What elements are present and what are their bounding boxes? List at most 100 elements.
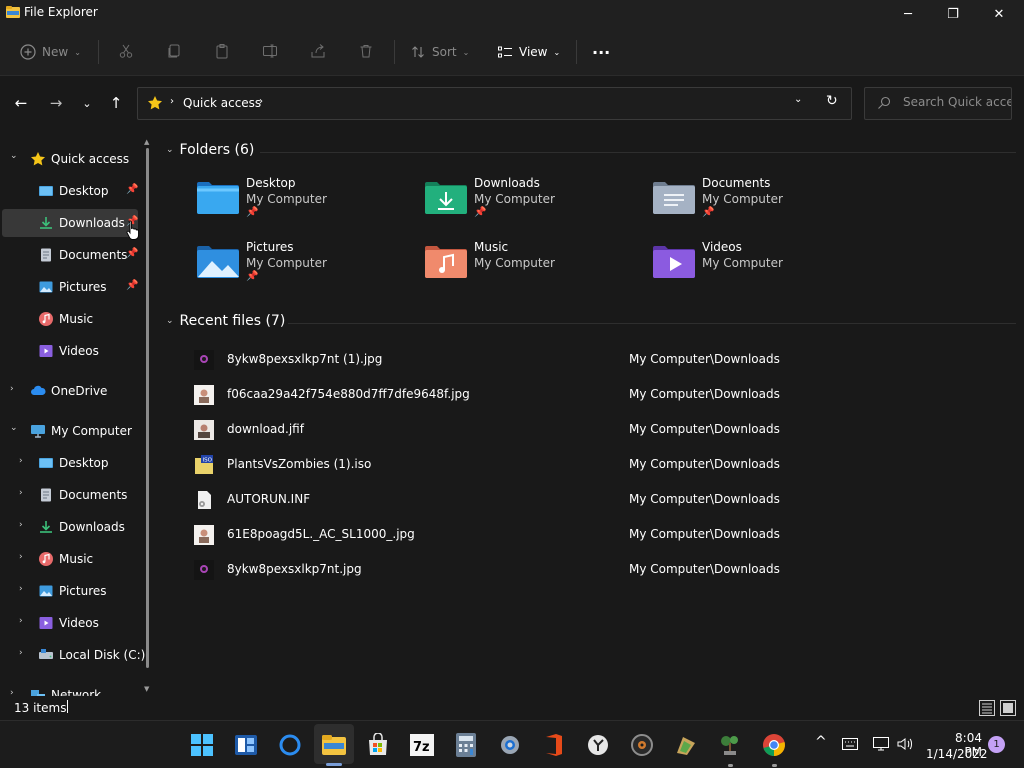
store-icon[interactable] [366, 733, 390, 757]
view-button[interactable]: View ⌄ [497, 40, 560, 64]
start-icon[interactable] [190, 733, 214, 757]
recent-file-row[interactable]: 61E8poagd5L._AC_SL1000_.jpg My Computer\D… [160, 517, 1010, 551]
recent-file-row[interactable]: 8ykw8pexsxlkp7nt.jpg My Computer\Download… [160, 552, 1010, 586]
settings-icon[interactable] [498, 733, 522, 757]
office-icon[interactable] [542, 733, 566, 757]
large-icons-view-icon[interactable] [1000, 700, 1016, 716]
forward-button[interactable]: → [45, 92, 67, 114]
sidebar-item-music[interactable]: Music [2, 305, 138, 333]
sidebar-item-onedrive[interactable]: › OneDrive [2, 377, 138, 405]
sidebar-item-local-disk-c[interactable]: › Local Disk (C:) [2, 641, 145, 669]
sidebar-item-my-computer[interactable]: ⌄ My Computer [2, 417, 138, 445]
bonsai-icon[interactable] [718, 733, 742, 757]
folder-tile-videos[interactable]: Videos My Computer [652, 240, 852, 296]
sidebar-item-videos[interactable]: Videos [2, 337, 138, 365]
recent-locations-button[interactable]: ⌄ [76, 92, 98, 114]
tray-overflow-icon[interactable]: ^ [815, 734, 827, 750]
clock-app-icon[interactable] [586, 733, 610, 757]
sidebar-item-downloads[interactable]: Downloads 📌 [2, 209, 138, 237]
sort-button[interactable]: Sort ⌄ [410, 40, 469, 64]
chevron-right-icon[interactable]: › [19, 552, 23, 562]
sidebar-scrollbar[interactable] [146, 148, 149, 668]
volume-icon[interactable] [897, 737, 913, 751]
breadcrumb-separator[interactable]: › [259, 96, 263, 107]
see-more-button[interactable]: ··· [592, 40, 610, 64]
chevron-right-icon[interactable]: › [10, 688, 14, 696]
calculator-icon[interactable] [454, 733, 478, 757]
chevron-right-icon[interactable]: › [19, 616, 23, 626]
chevron-down-icon: ⌄ [166, 145, 174, 155]
recent-file-row[interactable]: f06caa29a42f754e880d7ff7dfe9648f.jpg My C… [160, 377, 1010, 411]
recent-file-row[interactable]: 8ykw8pexsxlkp7nt (1).jpg My Computer\Down… [160, 342, 1010, 376]
group-divider [288, 323, 1016, 324]
rename-icon[interactable] [262, 43, 278, 59]
address-bar[interactable]: › Quick access › ⌄ ↻ [137, 87, 852, 120]
7zip-icon[interactable]: 7z [410, 733, 434, 757]
recent-file-row[interactable]: ISO PlantsVsZombies (1).iso My Computer\Do… [160, 447, 1010, 481]
sidebar-item-pictures[interactable]: › Pictures [2, 577, 138, 605]
chevron-right-icon[interactable]: › [19, 456, 23, 466]
maximize-button[interactable]: ❐ [930, 0, 976, 28]
folder-tile-pictures[interactable]: Pictures My Computer 📌 [196, 240, 396, 296]
search-box[interactable] [864, 87, 1012, 120]
widgets-icon[interactable] [234, 733, 258, 757]
paste-icon[interactable] [214, 43, 230, 59]
folder-tile-music[interactable]: Music My Computer [424, 240, 624, 296]
chrome-icon[interactable] [762, 733, 786, 757]
sidebar-item-downloads[interactable]: › Downloads [2, 513, 138, 541]
keyboard-icon[interactable] [842, 738, 858, 750]
recent-file-row[interactable]: download.jfif My Computer\Downloads [160, 412, 1010, 446]
copy-icon[interactable] [166, 43, 182, 59]
new-button[interactable]: New ⌄ [20, 40, 81, 64]
chevron-right-icon[interactable]: › [10, 384, 14, 394]
folder-name: Documents [702, 176, 771, 190]
network-icon[interactable] [873, 737, 889, 751]
chevron-right-icon[interactable]: › [19, 488, 23, 498]
disc-icon[interactable] [630, 733, 654, 757]
refresh-icon[interactable]: ↻ [826, 93, 838, 109]
scroll-down-arrow[interactable]: ▼ [144, 685, 149, 693]
status-divider [67, 700, 68, 713]
sidebar-item-network[interactable]: › Network [2, 681, 138, 696]
sidebar-item-documents[interactable]: Documents 📌 [2, 241, 138, 269]
up-button[interactable]: ↑ [105, 92, 127, 114]
delete-icon[interactable] [358, 43, 374, 59]
pictures-icon [38, 279, 54, 295]
details-view-icon[interactable] [979, 700, 995, 716]
sidebar-item-pictures[interactable]: Pictures 📌 [2, 273, 138, 301]
close-button[interactable]: ✕ [976, 0, 1022, 28]
chevron-down-icon[interactable]: ⌄ [10, 423, 18, 433]
search-input[interactable] [903, 95, 1011, 109]
folder-tile-desktop[interactable]: Desktop My Computer 📌 [196, 176, 396, 232]
sidebar-item-quick-access[interactable]: ⌄ Quick access [2, 145, 138, 173]
documents-folder-icon [652, 178, 696, 216]
minimize-button[interactable]: ─ [885, 0, 931, 28]
cut-icon[interactable] [118, 43, 134, 59]
chevron-right-icon[interactable]: › [19, 520, 23, 530]
breadcrumb-separator[interactable]: › [170, 96, 174, 107]
share-icon[interactable] [310, 43, 326, 59]
notification-badge[interactable]: 1 [988, 736, 1005, 753]
folder-tile-downloads[interactable]: Downloads My Computer 📌 [424, 176, 624, 232]
chevron-down-icon[interactable]: ⌄ [10, 151, 18, 161]
folders-group-header[interactable]: ⌄ Folders (6) [166, 142, 254, 158]
sidebar-item-desktop[interactable]: Desktop 📌 [2, 177, 138, 205]
sidebar-item-videos[interactable]: › Videos [2, 609, 138, 637]
cortana-icon[interactable] [278, 733, 302, 757]
back-button[interactable]: ← [10, 92, 32, 114]
recent-files-group-header[interactable]: ⌄ Recent files (7) [166, 313, 285, 329]
recent-file-row[interactable]: AUTORUN.INF My Computer\Downloads [160, 482, 1010, 516]
chevron-right-icon[interactable]: › [19, 648, 23, 658]
breadcrumb-quick-access[interactable]: Quick access [183, 96, 261, 110]
scroll-up-arrow[interactable]: ▲ [144, 138, 149, 146]
sidebar-item-music[interactable]: › Music [2, 545, 138, 573]
videos-icon [38, 615, 54, 631]
chevron-right-icon[interactable]: › [19, 584, 23, 594]
sidebar-item-documents[interactable]: › Documents [2, 481, 138, 509]
folder-tile-documents[interactable]: Documents My Computer 📌 [652, 176, 852, 232]
sidebar-item-desktop[interactable]: › Desktop [2, 449, 138, 477]
file-explorer-icon[interactable] [322, 733, 346, 757]
clock-date[interactable]: 1/14/2022 [926, 747, 988, 761]
plants-vs-zombies-icon[interactable] [674, 733, 698, 757]
address-history-dropdown[interactable]: ⌄ [794, 94, 802, 105]
